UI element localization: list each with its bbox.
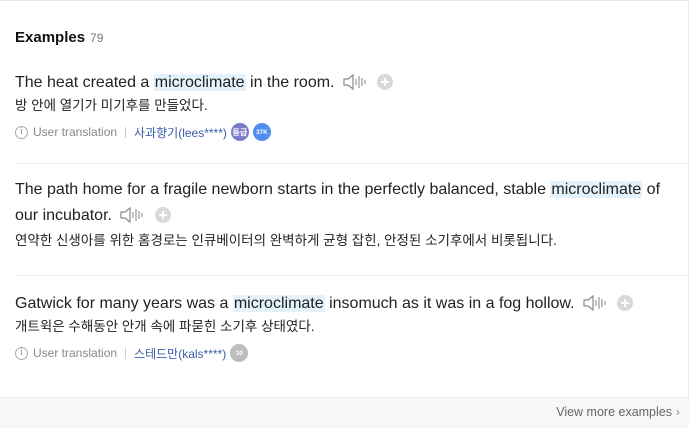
divider: [15, 275, 689, 276]
sentence-text: The heat created a: [15, 74, 154, 91]
view-more-link[interactable]: View more examples ›: [556, 405, 680, 419]
user-link[interactable]: 스테드만(kals****): [134, 345, 226, 362]
divider: [15, 163, 689, 164]
sentence-text: The path home for a fragile newborn star…: [15, 181, 551, 198]
footer-bar: View more examples ›: [0, 397, 689, 428]
example-translation: 개트윅은 수해동안 안개 속에 파묻힌 소기후 상태였다.: [15, 319, 315, 334]
count-badge: 37K: [252, 123, 271, 141]
keyword-highlight: microclimate: [232, 295, 325, 312]
source-label: User translation: [33, 125, 118, 139]
example-item: Gatwick for many years was a microclimat…: [15, 291, 683, 363]
translation-meta: i User translation 스테드만(kals****) 30: [15, 343, 683, 363]
sentence-text: insomuch as it was in a fog hollow.: [324, 295, 575, 312]
chevron-right-icon: ›: [676, 405, 680, 419]
add-icon[interactable]: [154, 207, 171, 223]
count-badge: 30: [230, 344, 249, 362]
example-translation: 방 안에 열기가 미기후를 만들었다.: [15, 98, 208, 113]
separator: [125, 126, 127, 138]
examples-header: Examples 79: [15, 29, 103, 46]
example-sentence: The path home for a fragile newborn star…: [15, 177, 683, 229]
examples-count: 79: [90, 31, 104, 45]
translation-meta: i User translation 사과향기(lees****) 등급 37K: [15, 122, 683, 142]
grade-badge: 등급: [230, 123, 249, 141]
add-icon[interactable]: [617, 295, 634, 311]
example-sentence: The heat created a microclimate in the r…: [15, 70, 683, 96]
top-border: [0, 0, 689, 1]
section-title: Examples: [15, 29, 86, 46]
source-label: User translation: [33, 346, 118, 360]
sentence-text: in the room.: [245, 74, 335, 91]
example-item: The path home for a fragile newborn star…: [15, 177, 683, 251]
keyword-highlight: microclimate: [153, 74, 246, 91]
example-sentence: Gatwick for many years was a microclimat…: [15, 291, 683, 317]
info-icon[interactable]: i: [15, 125, 28, 139]
speaker-icon[interactable]: [583, 294, 607, 312]
add-icon[interactable]: [377, 74, 394, 90]
keyword-highlight: microclimate: [550, 181, 643, 198]
example-translation: 연약한 신생아를 위한 홈경로는 인큐베이터의 완벽하게 균형 잡힌, 안정된 …: [15, 233, 557, 248]
sentence-text: Gatwick for many years was a: [15, 295, 233, 312]
view-more-label: View more examples: [556, 405, 672, 419]
info-icon[interactable]: i: [15, 346, 28, 360]
example-item: The heat created a microclimate in the r…: [15, 70, 683, 142]
separator: [125, 347, 127, 359]
speaker-icon[interactable]: [343, 73, 367, 91]
user-link[interactable]: 사과향기(lees****): [134, 124, 227, 141]
speaker-icon[interactable]: [120, 206, 144, 224]
